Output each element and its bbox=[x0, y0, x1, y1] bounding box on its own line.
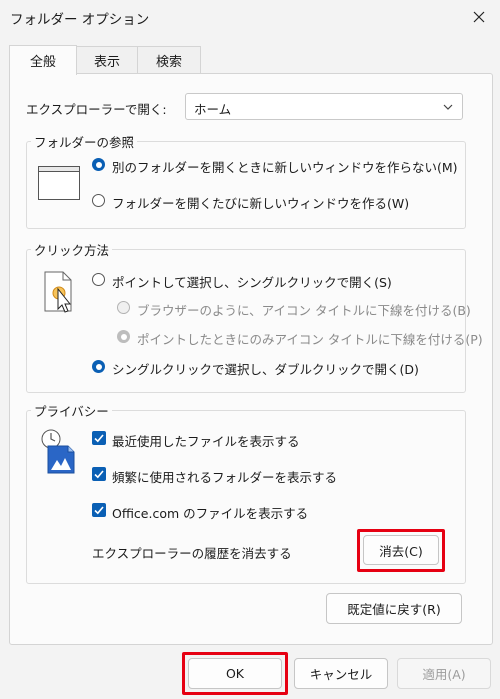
browse-same-window-radio[interactable] bbox=[92, 158, 105, 171]
show-frequent-folders-checkbox[interactable] bbox=[92, 467, 106, 481]
explorer-open-label: エクスプローラーで開く: bbox=[26, 102, 167, 117]
tab-search-label: 検索 bbox=[155, 55, 182, 70]
cancel-button[interactable]: キャンセル bbox=[294, 658, 388, 689]
click-double-open-radio[interactable] bbox=[92, 360, 105, 373]
ok-label: OK bbox=[225, 666, 245, 681]
close-button[interactable] bbox=[462, 2, 496, 32]
browse-folders-group bbox=[26, 141, 466, 229]
checkmark-icon bbox=[94, 506, 104, 515]
window-icon bbox=[38, 166, 80, 200]
clear-history-button[interactable]: 消去(C) bbox=[363, 535, 439, 565]
underline-point-label: ポイントしたときにのみアイコン タイトルに下線を付ける(P) bbox=[137, 332, 483, 347]
show-recent-files-label: 最近使用したファイルを表示する bbox=[112, 434, 300, 449]
click-cursor-icon bbox=[44, 271, 72, 313]
checkmark-icon bbox=[94, 470, 104, 479]
underline-browser-radio[interactable] bbox=[117, 301, 130, 314]
tab-general-label: 全般 bbox=[29, 55, 56, 70]
underline-point-radio[interactable] bbox=[117, 330, 130, 343]
show-office-files-checkbox[interactable] bbox=[92, 503, 106, 517]
browse-folders-title: フォルダーの参照 bbox=[31, 132, 138, 151]
click-method-title: クリック方法 bbox=[31, 240, 113, 259]
click-double-open-label: シングルクリックで選択し、ダブルクリックで開く(D) bbox=[112, 362, 419, 377]
show-office-files-label: Office.com のファイルを表示する bbox=[112, 506, 309, 521]
browse-same-window-label: 別のフォルダーを開くときに新しいウィンドウを作らない(M) bbox=[112, 160, 458, 175]
clear-history-button-label: 消去(C) bbox=[379, 543, 423, 559]
click-single-open-label: ポイントして選択し、シングルクリックで開く(S) bbox=[112, 275, 392, 290]
tab-search[interactable]: 検索 bbox=[137, 46, 201, 74]
tab-view[interactable]: 表示 bbox=[74, 46, 140, 74]
explorer-open-value: ホーム bbox=[194, 102, 232, 117]
tab-view-label: 表示 bbox=[93, 55, 120, 70]
click-single-open-radio[interactable] bbox=[92, 273, 105, 286]
show-recent-files-checkbox[interactable] bbox=[92, 431, 106, 445]
title-bar: フォルダー オプション bbox=[0, 0, 500, 34]
tab-general[interactable]: 全般 bbox=[9, 45, 77, 75]
cancel-label: キャンセル bbox=[309, 667, 373, 682]
privacy-title: プライバシー bbox=[31, 401, 112, 420]
show-frequent-folders-label: 頻繁に使用されるフォルダーを表示する bbox=[112, 470, 338, 485]
window-title: フォルダー オプション bbox=[10, 12, 150, 28]
browse-new-window-radio[interactable] bbox=[92, 194, 105, 207]
clear-history-label: エクスプローラーの履歴を消去する bbox=[92, 546, 292, 561]
apply-label: 適用(A) bbox=[422, 667, 466, 682]
browse-new-window-label: フォルダーを開くたびに新しいウィンドウを作る(W) bbox=[112, 196, 410, 211]
checkmark-icon bbox=[94, 434, 104, 443]
explorer-open-select[interactable]: ホーム bbox=[185, 93, 463, 120]
ok-button[interactable]: OK bbox=[188, 658, 282, 689]
underline-browser-label: ブラウザーのように、アイコン タイトルに下線を付ける(B) bbox=[137, 303, 471, 318]
apply-button[interactable]: 適用(A) bbox=[397, 658, 491, 689]
privacy-documents-icon bbox=[41, 429, 75, 474]
restore-defaults-button[interactable]: 既定値に戻す(R) bbox=[326, 593, 462, 624]
chevron-down-icon bbox=[443, 104, 453, 110]
restore-defaults-label: 既定値に戻す(R) bbox=[347, 602, 441, 617]
close-icon bbox=[473, 11, 485, 23]
